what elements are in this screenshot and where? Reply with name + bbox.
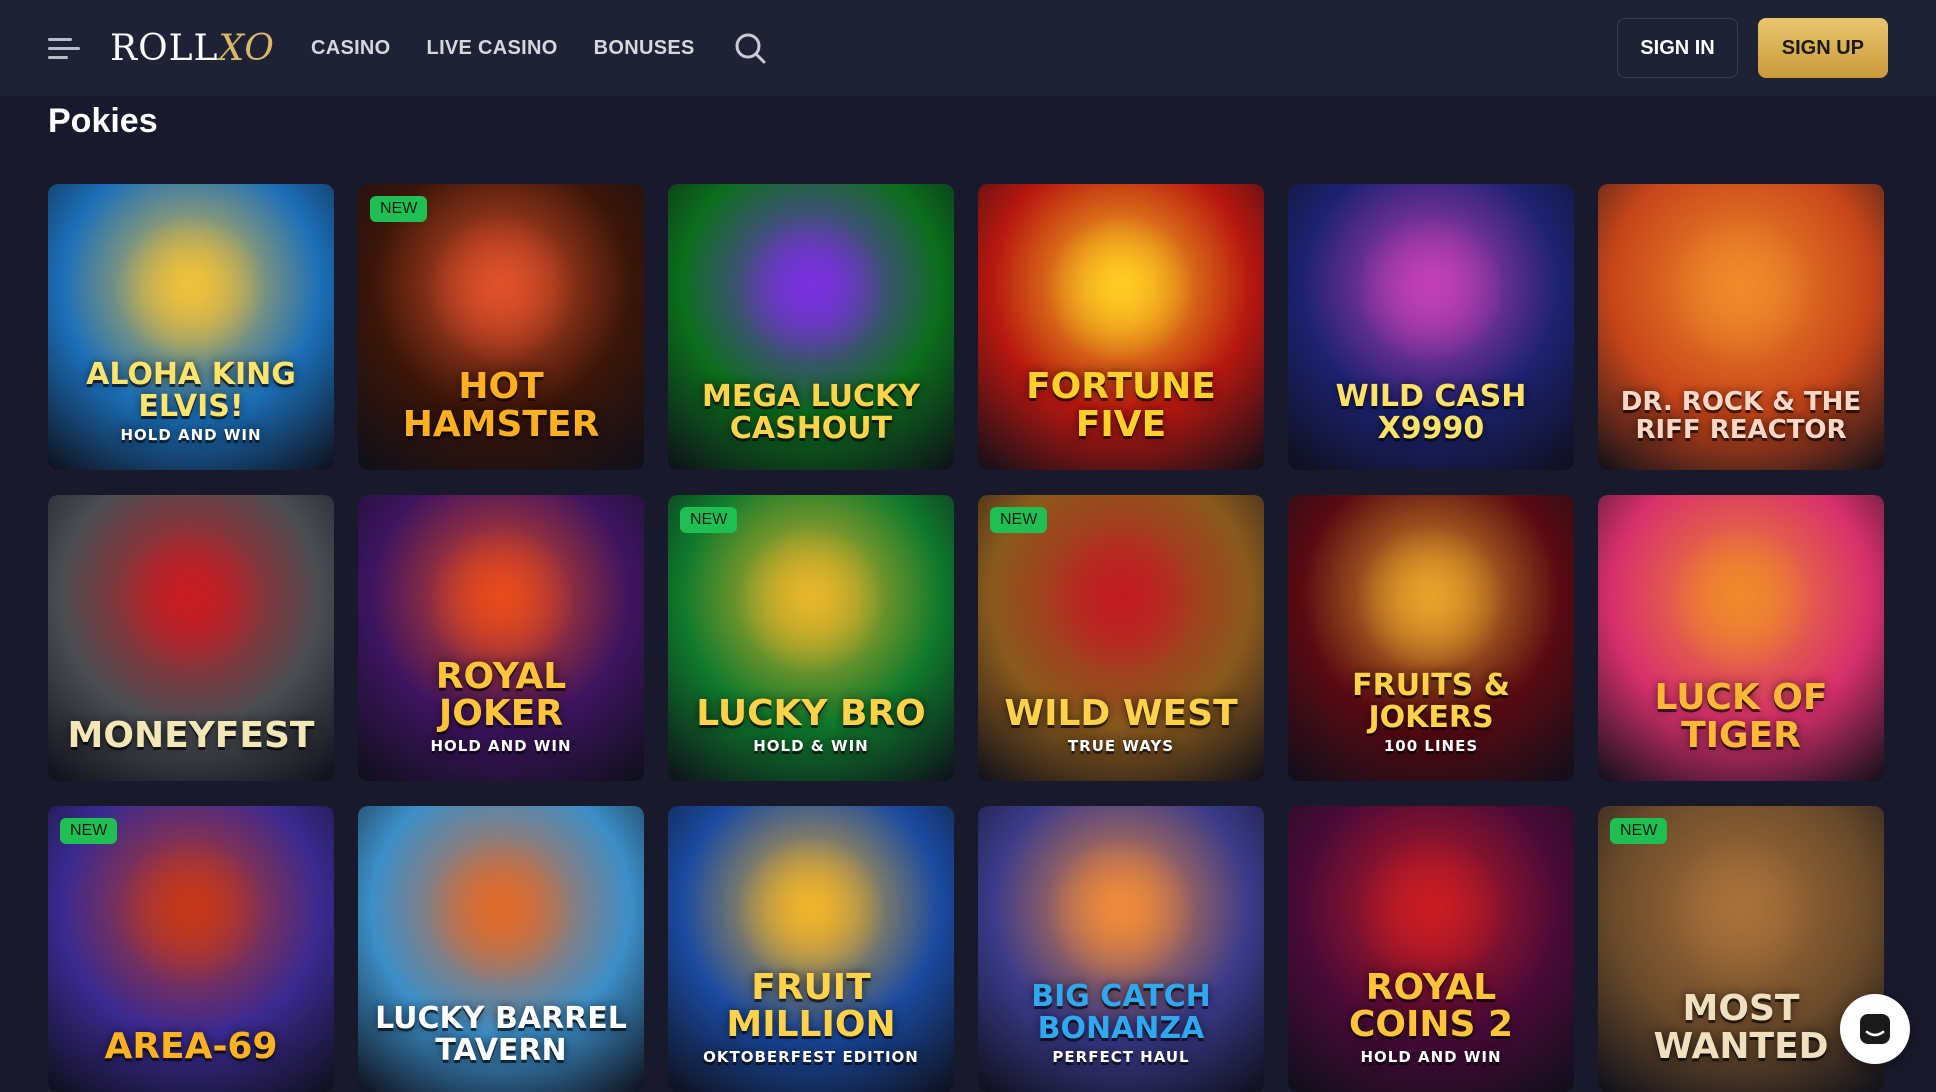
game-title-sub: Oktoberfest Edition bbox=[703, 1048, 919, 1067]
game-title-main: Wild West bbox=[1004, 693, 1238, 735]
game-artwork bbox=[1666, 214, 1816, 364]
game-title: Luck of Tiger bbox=[1598, 679, 1884, 781]
game-artwork bbox=[1666, 836, 1816, 986]
game-artwork bbox=[1356, 836, 1506, 986]
game-title-main: Lucky Barrel Tavern bbox=[375, 1001, 627, 1068]
game-tile[interactable]: Fortune Five bbox=[978, 184, 1264, 470]
game-tile[interactable]: Wild Cash x9990 bbox=[1288, 184, 1574, 470]
new-badge: NEW bbox=[990, 507, 1048, 533]
live-chat-button[interactable] bbox=[1840, 994, 1910, 1064]
game-tile[interactable]: Fruits & Jokers 100 Lines bbox=[1288, 495, 1574, 781]
section-title: Pokies bbox=[48, 102, 158, 140]
game-artwork bbox=[736, 836, 886, 986]
chat-icon bbox=[1860, 1014, 1890, 1044]
game-tile[interactable]: Moneyfest bbox=[48, 495, 334, 781]
nav-bonuses[interactable]: BONUSES bbox=[594, 37, 695, 60]
game-tile[interactable]: Lucky Barrel Tavern bbox=[358, 806, 644, 1092]
nav-casino[interactable]: CASINO bbox=[311, 37, 391, 60]
game-title-main: Royal Joker bbox=[435, 655, 567, 735]
game-title-sub: Hold and Win bbox=[1360, 1048, 1502, 1067]
nav-live-casino[interactable]: LIVE CASINO bbox=[427, 37, 558, 60]
game-artwork bbox=[1356, 525, 1506, 675]
game-artwork bbox=[1046, 525, 1196, 675]
game-title-main: Aloha King Elvis! bbox=[86, 357, 296, 424]
game-title: Mega Lucky Cashout bbox=[668, 381, 954, 470]
new-badge: NEW bbox=[60, 818, 118, 844]
main-nav: CASINO LIVE CASINO BONUSES bbox=[311, 37, 695, 60]
game-tile[interactable]: Royal Joker Hold and Win bbox=[358, 495, 644, 781]
game-artwork bbox=[736, 214, 886, 364]
game-title-sub: Hold & Win bbox=[753, 737, 869, 756]
game-title-main: Lucky Bro bbox=[696, 693, 926, 735]
game-artwork bbox=[1666, 525, 1816, 675]
game-title-main: Area-69 bbox=[104, 1026, 278, 1068]
game-title-main: Mega Lucky Cashout bbox=[701, 379, 921, 446]
game-title: Royal Joker Hold and Win bbox=[358, 655, 644, 781]
game-title: Area-69 bbox=[94, 1028, 287, 1092]
game-title-main: Fruit Million bbox=[726, 966, 896, 1046]
game-artwork bbox=[116, 836, 266, 986]
game-title: Wild Cash x9990 bbox=[1288, 381, 1574, 470]
game-title: Most Wanted bbox=[1598, 990, 1884, 1092]
game-title-main: Fruits & Jokers bbox=[1352, 668, 1510, 735]
game-tile[interactable]: NEW Hot Hamster bbox=[358, 184, 644, 470]
game-artwork bbox=[1356, 214, 1506, 364]
game-artwork bbox=[116, 525, 266, 675]
game-artwork bbox=[426, 214, 576, 364]
game-title: Aloha King Elvis! Hold and Win bbox=[48, 359, 334, 470]
game-title-main: Royal Coins 2 bbox=[1348, 966, 1514, 1046]
game-title: Hot Hamster bbox=[358, 368, 644, 470]
game-title-main: Wild Cash x9990 bbox=[1335, 379, 1527, 446]
game-tile[interactable]: Royal Coins 2 Hold and Win bbox=[1288, 806, 1574, 1092]
game-title-sub: Perfect Haul bbox=[1052, 1048, 1190, 1067]
game-title-sub: Hold and Win bbox=[430, 737, 572, 756]
game-title: Lucky Bro Hold & Win bbox=[686, 695, 936, 781]
game-tile[interactable]: Luck of Tiger bbox=[1598, 495, 1884, 781]
game-tile[interactable]: Dr. Rock & The Riff Reactor bbox=[1598, 184, 1884, 470]
game-title: Big Catch Bonanza Perfect Haul bbox=[978, 981, 1264, 1092]
game-title-main: Dr. Rock & The Riff Reactor bbox=[1620, 387, 1862, 445]
game-title: Fruit Million Oktoberfest Edition bbox=[668, 966, 954, 1092]
game-artwork bbox=[736, 525, 886, 675]
game-title-main: Hot Hamster bbox=[402, 366, 600, 446]
game-title: Fruits & Jokers 100 Lines bbox=[1288, 670, 1574, 781]
sign-in-button[interactable]: SIGN IN bbox=[1617, 18, 1738, 78]
game-title: Wild West True Ways bbox=[994, 695, 1247, 781]
game-title: Fortune Five bbox=[978, 368, 1264, 470]
game-tile[interactable]: Aloha King Elvis! Hold and Win bbox=[48, 184, 334, 470]
new-badge: NEW bbox=[370, 196, 428, 222]
menu-icon[interactable] bbox=[48, 36, 82, 60]
game-title: Dr. Rock & The Riff Reactor bbox=[1598, 389, 1884, 470]
game-tile[interactable]: Mega Lucky Cashout bbox=[668, 184, 954, 470]
game-tile[interactable]: NEW Lucky Bro Hold & Win bbox=[668, 495, 954, 781]
game-title-sub: Hold and Win bbox=[120, 426, 262, 445]
game-tile[interactable]: NEW Area-69 bbox=[48, 806, 334, 1092]
game-title: Lucky Barrel Tavern bbox=[358, 1003, 644, 1092]
game-tile[interactable]: Big Catch Bonanza Perfect Haul bbox=[978, 806, 1264, 1092]
game-title-sub: True Ways bbox=[1067, 737, 1175, 756]
new-badge: NEW bbox=[1610, 818, 1668, 844]
game-artwork bbox=[426, 525, 576, 675]
game-title-main: Big Catch Bonanza bbox=[1031, 979, 1211, 1046]
game-artwork bbox=[116, 214, 266, 364]
game-tile[interactable]: NEW Most Wanted bbox=[1598, 806, 1884, 1092]
search-icon[interactable] bbox=[733, 31, 767, 65]
game-title: Moneyfest bbox=[58, 717, 325, 781]
sign-up-button[interactable]: SIGN UP bbox=[1757, 18, 1888, 78]
game-grid: Aloha King Elvis! Hold and Win NEW Hot Hams… bbox=[48, 184, 1884, 1092]
rollxo-logo[interactable]: ROLLXO bbox=[110, 28, 275, 69]
top-navigation-bar: ROLLXO CASINO LIVE CASINO BONUSES SIGN I… bbox=[0, 0, 1936, 96]
game-tile[interactable]: NEW Wild West True Ways bbox=[978, 495, 1264, 781]
game-artwork bbox=[1046, 836, 1196, 986]
game-tile[interactable]: Fruit Million Oktoberfest Edition bbox=[668, 806, 954, 1092]
game-artwork bbox=[426, 836, 576, 986]
game-title-main: Luck of Tiger bbox=[1654, 677, 1828, 757]
game-title-main: Moneyfest bbox=[67, 715, 315, 757]
game-title-main: Most Wanted bbox=[1653, 988, 1829, 1068]
game-title: Royal Coins 2 Hold and Win bbox=[1288, 966, 1574, 1092]
game-artwork bbox=[1046, 214, 1196, 364]
game-title-main: Fortune Five bbox=[1026, 366, 1216, 446]
new-badge: NEW bbox=[680, 507, 738, 533]
game-title-sub: 100 Lines bbox=[1383, 737, 1479, 756]
